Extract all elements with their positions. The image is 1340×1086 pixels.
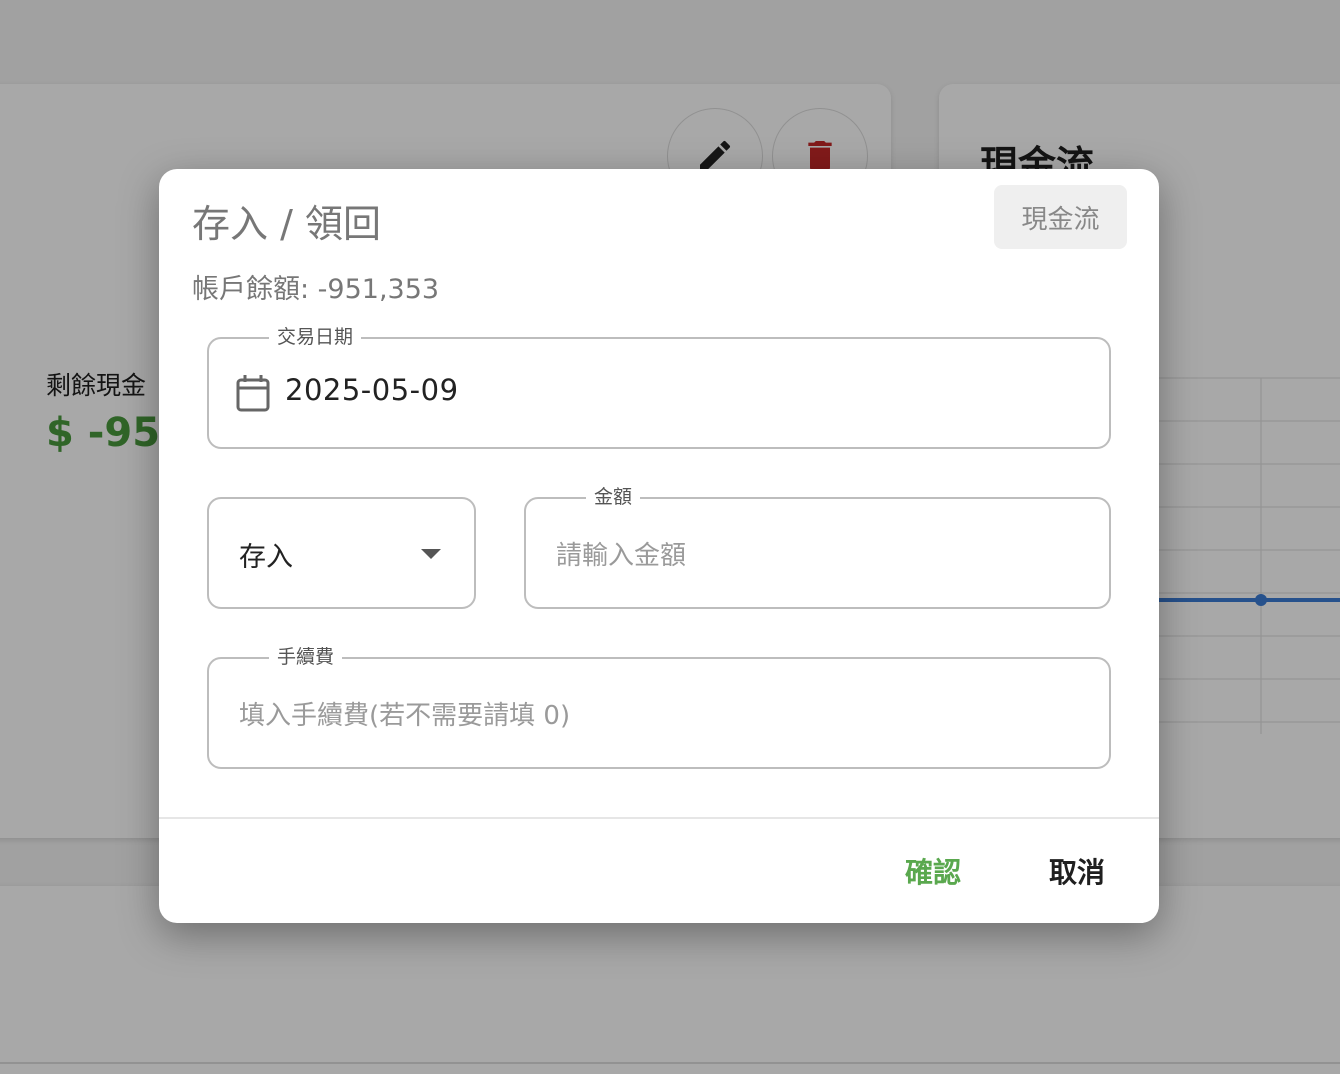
amount-field-label: 金額 xyxy=(586,485,641,509)
calendar-icon[interactable] xyxy=(235,373,271,413)
transaction-date-field[interactable]: 交易日期 2025-05-09 xyxy=(207,325,1111,449)
date-value: 2025-05-09 xyxy=(285,373,459,407)
date-field-label: 交易日期 xyxy=(269,325,362,349)
account-balance: 帳戶餘額: -951,353 xyxy=(192,274,440,305)
dialog-divider xyxy=(159,817,1159,819)
fee-input[interactable]: 填入手續費(若不需要請填 0) xyxy=(239,695,570,732)
transaction-type-select[interactable]: 存入 xyxy=(207,497,476,609)
deposit-withdraw-dialog: 存入 / 領回 現金流 帳戶餘額: -951,353 交易日期 2025-05-… xyxy=(159,169,1159,923)
cashflow-button[interactable]: 現金流 xyxy=(994,185,1127,249)
type-select-value: 存入 xyxy=(239,542,293,573)
fee-field[interactable]: 手續費 填入手續費(若不需要請填 0) xyxy=(207,645,1111,769)
confirm-button[interactable]: 確認 xyxy=(899,849,967,893)
cancel-button[interactable]: 取消 xyxy=(1043,849,1111,893)
dialog-title: 存入 / 領回 xyxy=(192,202,381,246)
fee-field-label: 手續費 xyxy=(269,645,343,669)
amount-input[interactable]: 請輸入金額 xyxy=(556,535,686,572)
amount-field[interactable]: 金額 請輸入金額 xyxy=(524,485,1111,609)
dropdown-arrow-icon xyxy=(421,549,441,559)
